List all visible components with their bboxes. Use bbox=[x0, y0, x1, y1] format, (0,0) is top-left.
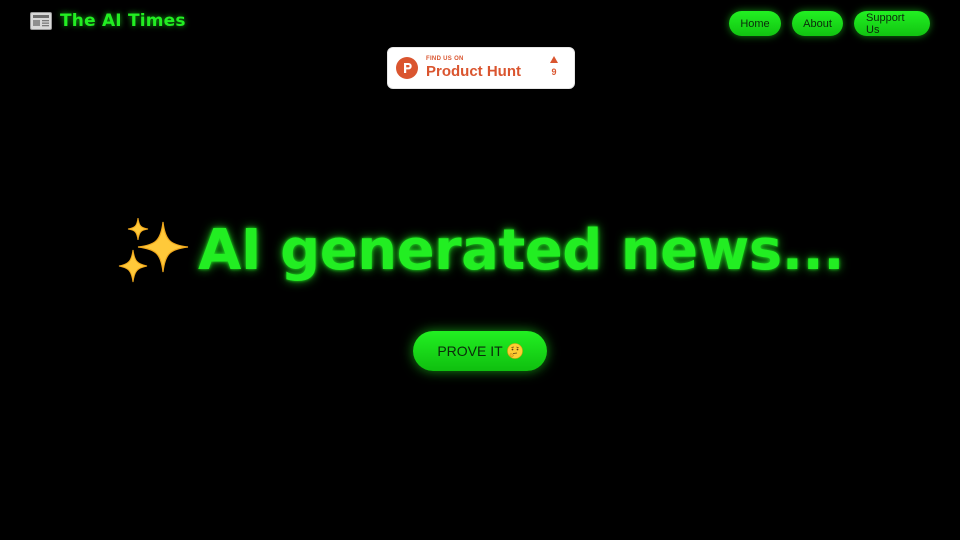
ph-votes: 9 bbox=[546, 56, 562, 77]
brand-title: The AI Times bbox=[60, 11, 186, 31]
prove-it-button[interactable]: PROVE IT bbox=[413, 331, 547, 371]
upvote-arrow-icon bbox=[550, 56, 558, 63]
product-hunt-logo-icon bbox=[396, 57, 418, 79]
brand[interactable]: The AI Times bbox=[30, 11, 186, 31]
product-hunt-text: FIND US ON Product Hunt bbox=[426, 56, 521, 79]
product-hunt-badge[interactable]: FIND US ON Product Hunt 9 bbox=[387, 47, 575, 89]
ph-find-us-label: FIND US ON bbox=[426, 56, 464, 62]
ph-name-label: Product Hunt bbox=[426, 63, 521, 80]
hero: AI generated news... bbox=[0, 210, 960, 290]
nav-about-button[interactable]: About bbox=[792, 11, 843, 36]
prove-it-label: PROVE IT bbox=[437, 343, 503, 359]
hero-title: AI generated news... bbox=[197, 217, 845, 283]
ph-vote-count: 9 bbox=[551, 67, 557, 77]
thinking-face-icon bbox=[506, 343, 523, 359]
nav-support-us-button[interactable]: Support Us bbox=[854, 11, 930, 36]
sparkles-icon bbox=[118, 217, 189, 283]
nav-home-button[interactable]: Home bbox=[729, 11, 781, 36]
page: The AI Times Home About Support Us FIND … bbox=[0, 0, 960, 540]
newspaper-icon bbox=[30, 12, 52, 30]
top-nav: Home About Support Us bbox=[729, 11, 930, 36]
